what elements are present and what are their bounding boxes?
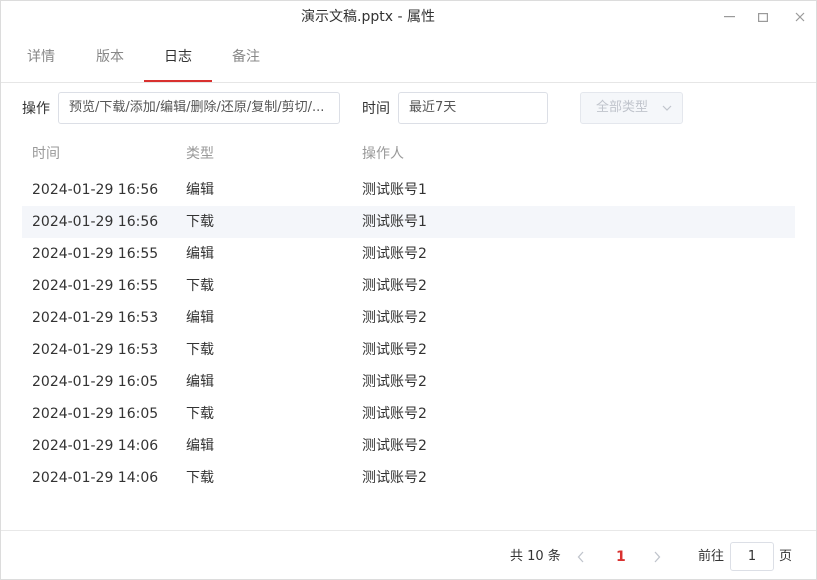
column-header-type: 类型 xyxy=(186,146,214,162)
row-operator: 测试账号2 xyxy=(362,342,427,358)
table-row[interactable]: 2024-01-29 16:05 下载 测试账号2 xyxy=(22,398,795,430)
page-number-current[interactable]: 1 xyxy=(616,547,626,567)
type-filter-select[interactable]: 全部类型 xyxy=(580,92,683,124)
row-operator: 测试账号1 xyxy=(362,214,427,230)
row-type: 下载 xyxy=(186,470,214,486)
row-time: 2024-01-29 16:53 xyxy=(32,310,159,326)
row-type: 编辑 xyxy=(186,438,214,454)
goto-page-suffix: 页 xyxy=(779,549,793,564)
goto-page-label: 前往 xyxy=(698,549,725,564)
row-time: 2024-01-29 16:05 xyxy=(32,406,159,422)
active-tab-indicator xyxy=(144,80,212,82)
tab-log[interactable]: 日志 xyxy=(164,47,192,67)
window-title: 演示文稿.pptx - 属性 xyxy=(301,9,435,25)
tab-notes[interactable]: 备注 xyxy=(232,47,260,67)
operation-filter-label: 操作 xyxy=(22,101,50,117)
row-operator: 测试账号2 xyxy=(362,310,427,326)
pagination-total: 共 10 条 xyxy=(510,549,561,564)
table-row[interactable]: 2024-01-29 16:56 编辑 测试账号1 xyxy=(22,174,795,206)
row-operator: 测试账号2 xyxy=(362,406,427,422)
row-type: 编辑 xyxy=(186,374,214,390)
row-time: 2024-01-29 16:55 xyxy=(32,278,159,294)
row-time: 2024-01-29 16:56 xyxy=(32,182,159,198)
row-operator: 测试账号2 xyxy=(362,374,427,390)
tab-bar: 详情 版本 日志 备注 xyxy=(1,33,816,83)
chevron-down-icon xyxy=(662,93,672,123)
type-filter-value: 全部类型 xyxy=(596,100,649,115)
close-icon[interactable] xyxy=(790,7,810,27)
table-row[interactable]: 2024-01-29 16:55 编辑 测试账号2 xyxy=(22,238,795,270)
table-row[interactable]: 2024-01-29 16:05 编辑 测试账号2 xyxy=(22,366,795,398)
row-time: 2024-01-29 14:06 xyxy=(32,438,159,454)
row-type: 编辑 xyxy=(186,246,214,262)
table-row[interactable]: 2024-01-29 16:53 下载 测试账号2 xyxy=(22,334,795,366)
time-filter-label: 时间 xyxy=(362,101,390,117)
properties-window: 演示文稿.pptx - 属性 详情 版本 日志 备注 操作 预览/下载/添加/编… xyxy=(0,0,817,580)
column-header-operator: 操作人 xyxy=(362,146,404,162)
row-operator: 测试账号2 xyxy=(362,246,427,262)
table-row[interactable]: 2024-01-29 14:06 编辑 测试账号2 xyxy=(22,430,795,462)
goto-page-input[interactable]: 1 xyxy=(730,542,774,571)
row-operator: 测试账号2 xyxy=(362,438,427,454)
maximize-icon[interactable] xyxy=(753,7,773,27)
row-time: 2024-01-29 16:56 xyxy=(32,214,159,230)
tab-details[interactable]: 详情 xyxy=(27,47,55,67)
table-row[interactable]: 2024-01-29 16:53 编辑 测试账号2 xyxy=(22,302,795,334)
row-operator: 测试账号1 xyxy=(362,182,427,198)
minimize-icon[interactable] xyxy=(719,7,739,27)
title-bar: 演示文稿.pptx - 属性 xyxy=(1,1,816,33)
table-row[interactable]: 2024-01-29 16:55 下载 测试账号2 xyxy=(22,270,795,302)
footer-divider xyxy=(1,530,816,531)
tab-versions[interactable]: 版本 xyxy=(96,47,124,67)
column-header-time: 时间 xyxy=(32,146,60,162)
row-type: 编辑 xyxy=(186,182,214,198)
row-time: 2024-01-29 16:55 xyxy=(32,246,159,262)
next-page-icon[interactable] xyxy=(653,547,661,567)
table-row[interactable]: 2024-01-29 14:06 下载 测试账号2 xyxy=(22,462,795,494)
title-redaction-left xyxy=(281,8,295,27)
time-filter-input[interactable]: 最近7天 xyxy=(398,92,548,124)
row-type: 下载 xyxy=(186,342,214,358)
row-type: 下载 xyxy=(186,278,214,294)
row-time: 2024-01-29 16:53 xyxy=(32,342,159,358)
row-type: 下载 xyxy=(186,214,214,230)
prev-page-icon[interactable] xyxy=(577,547,585,567)
row-time: 2024-01-29 14:06 xyxy=(32,470,159,486)
row-type: 下载 xyxy=(186,406,214,422)
row-operator: 测试账号2 xyxy=(362,470,427,486)
title-redaction-right xyxy=(457,8,543,27)
table-row[interactable]: 2024-01-29 16:56 下载 测试账号1 xyxy=(22,206,795,238)
row-type: 编辑 xyxy=(186,310,214,326)
row-time: 2024-01-29 16:05 xyxy=(32,374,159,390)
operation-filter-input[interactable]: 预览/下载/添加/编辑/删除/还原/复制/剪切/... xyxy=(58,92,340,124)
row-operator: 测试账号2 xyxy=(362,278,427,294)
